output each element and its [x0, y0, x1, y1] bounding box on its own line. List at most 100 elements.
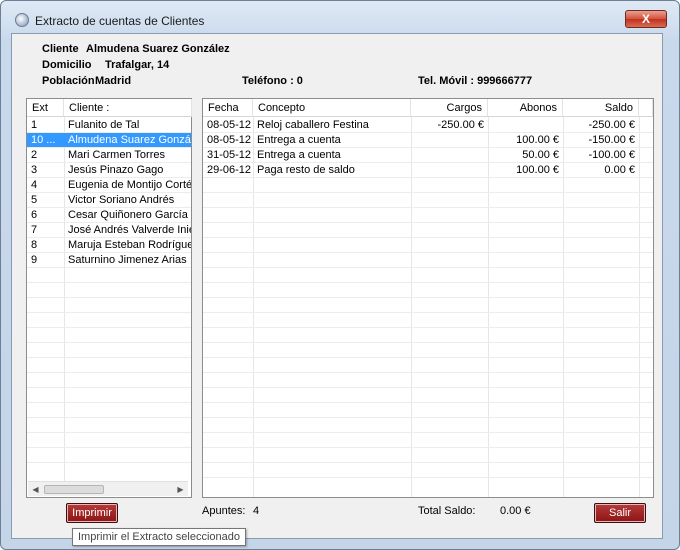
movement-saldo: -150.00 € [588, 134, 635, 146]
movement-concepto: Reloj caballero Festina [257, 119, 369, 131]
scroll-left-icon[interactable]: ◀ [28, 482, 43, 497]
exit-button[interactable]: Salir [594, 503, 646, 523]
empty-row [203, 403, 653, 418]
movement-concepto: Paga resto de saldo [257, 164, 355, 176]
poblacion-label: Población [42, 75, 95, 87]
movement-cargos [411, 133, 488, 148]
movement-abonos: 50.00 € [522, 149, 559, 161]
col-header-ext[interactable]: Ext [27, 99, 64, 117]
print-tooltip: Imprimir el Extracto seleccionado [72, 528, 247, 546]
close-button[interactable]: X [625, 10, 667, 28]
empty-row [203, 358, 653, 373]
movement-saldo: -250.00 € [588, 119, 635, 131]
empty-row [203, 313, 653, 328]
col-header-cargos[interactable]: Cargos [411, 99, 488, 117]
empty-row [203, 208, 653, 223]
client-name: Cesar Quiñonero García [68, 209, 188, 221]
col-header-saldo[interactable]: Saldo [563, 99, 639, 117]
client-row[interactable]: 3 Jesús Pinazo Gago [27, 163, 191, 178]
col-header-fecha[interactable]: Fecha [203, 99, 253, 117]
empty-row [203, 343, 653, 358]
movement-abonos [488, 118, 563, 133]
movement-concepto: Entrega a cuenta [257, 134, 341, 146]
movement-saldo: -100.00 € [588, 149, 635, 161]
client-ext: 3 [31, 164, 38, 176]
client-row[interactable]: 10 ... Almudena Suarez González [27, 133, 191, 148]
client-name: Maruja Esteban Rodríguez [68, 239, 191, 251]
movement-fecha: 08-05-12 [207, 119, 252, 131]
movement-row[interactable]: 08-05-12 Reloj caballero Festina -250.00 €… [203, 118, 653, 133]
empty-row [27, 388, 191, 403]
client-row[interactable]: 5 Victor Soriano Andrés [27, 193, 191, 208]
empty-row [203, 268, 653, 283]
client-ext: 9 [31, 254, 38, 266]
horizontal-scrollbar[interactable]: ◀ ▶ [28, 481, 188, 496]
empty-row [27, 433, 191, 448]
movement-fecha: 29-06-12 [207, 164, 252, 176]
empty-row [27, 268, 191, 283]
empty-row [203, 388, 653, 403]
print-button[interactable]: Imprimir [66, 503, 118, 523]
scroll-right-icon[interactable]: ▶ [173, 482, 188, 497]
cliente-label: Cliente [42, 43, 79, 55]
empty-row [203, 253, 653, 268]
client-row[interactable]: 7 José Andrés Valverde Iniesta [27, 223, 191, 238]
cliente-value: Almudena Suarez González [86, 43, 230, 55]
client-name: José Andrés Valverde Iniesta [68, 224, 191, 236]
movement-abonos: 100.00 € [516, 164, 559, 176]
empty-row [203, 373, 653, 388]
empty-row [203, 223, 653, 238]
client-ext: 10 ... [31, 134, 56, 146]
client-ext: 2 [31, 149, 38, 161]
empty-row [203, 328, 653, 343]
client-row[interactable]: 9 Saturnino Jimenez Arias [27, 253, 191, 268]
movements-grid[interactable]: Fecha Concepto Cargos Abonos Saldo 08-05… [202, 98, 654, 498]
telefono-text: Teléfono : 0 [242, 75, 303, 87]
client-name: Saturnino Jimenez Arias [68, 254, 187, 266]
empty-row [27, 328, 191, 343]
empty-row [27, 373, 191, 388]
empty-row [203, 298, 653, 313]
client-name: Fulanito de Tal [68, 119, 140, 131]
client-ext: 7 [31, 224, 38, 236]
app-icon [15, 13, 29, 27]
client-row[interactable]: 6 Cesar Quiñonero García [27, 208, 191, 223]
empty-row [203, 238, 653, 253]
empty-row [27, 403, 191, 418]
client-list[interactable]: Ext Cliente : 1 Fulanito de Tal 10 ... Almu… [26, 98, 192, 498]
col-header-abonos[interactable]: Abonos [488, 99, 563, 117]
empty-row [203, 463, 653, 478]
client-name: Mari Carmen Torres [68, 149, 165, 161]
col-header-concepto[interactable]: Concepto [253, 99, 411, 117]
movement-cargos [411, 163, 488, 178]
movement-saldo: 0.00 € [604, 164, 635, 176]
empty-row [27, 358, 191, 373]
domicilio-label: Domicilio [42, 59, 92, 71]
total-saldo-value: 0.00 € [500, 505, 531, 517]
client-name: Almudena Suarez González [68, 134, 191, 146]
window-title: Extracto de cuentas de Clientes [35, 14, 205, 28]
client-ext: 4 [31, 179, 38, 191]
empty-row [203, 448, 653, 463]
movil-text: Tel. Móvil : 999666777 [418, 75, 533, 87]
col-header-cliente[interactable]: Cliente : [64, 99, 192, 117]
movement-row[interactable]: 31-05-12 Entrega a cuenta 50.00 € -100.00 € [203, 148, 653, 163]
empty-row [203, 418, 653, 433]
client-row[interactable]: 4 Eugenia de Montijo Cortés [27, 178, 191, 193]
movement-row[interactable]: 08-05-12 Entrega a cuenta 100.00 € -150.00 … [203, 133, 653, 148]
title-bar[interactable]: Extracto de cuentas de Clientes X [1, 1, 679, 31]
movement-fecha: 31-05-12 [207, 149, 252, 161]
client-row[interactable]: 2 Mari Carmen Torres [27, 148, 191, 163]
empty-row [27, 343, 191, 358]
movement-concepto: Entrega a cuenta [257, 149, 341, 161]
movement-cargos: -250.00 € [437, 119, 484, 131]
movement-row[interactable]: 29-06-12 Paga resto de saldo 100.00 € 0.00 … [203, 163, 653, 178]
client-area: Cliente Almudena Suarez González Domicil… [11, 33, 663, 539]
client-name: Eugenia de Montijo Cortés [68, 179, 191, 191]
apuntes-label: Apuntes: [202, 505, 246, 517]
client-row[interactable]: 1 Fulanito de Tal [27, 118, 191, 133]
empty-row [203, 178, 653, 193]
col-header-spacer [639, 99, 653, 117]
scroll-thumb[interactable] [44, 485, 104, 494]
client-row[interactable]: 8 Maruja Esteban Rodríguez [27, 238, 191, 253]
